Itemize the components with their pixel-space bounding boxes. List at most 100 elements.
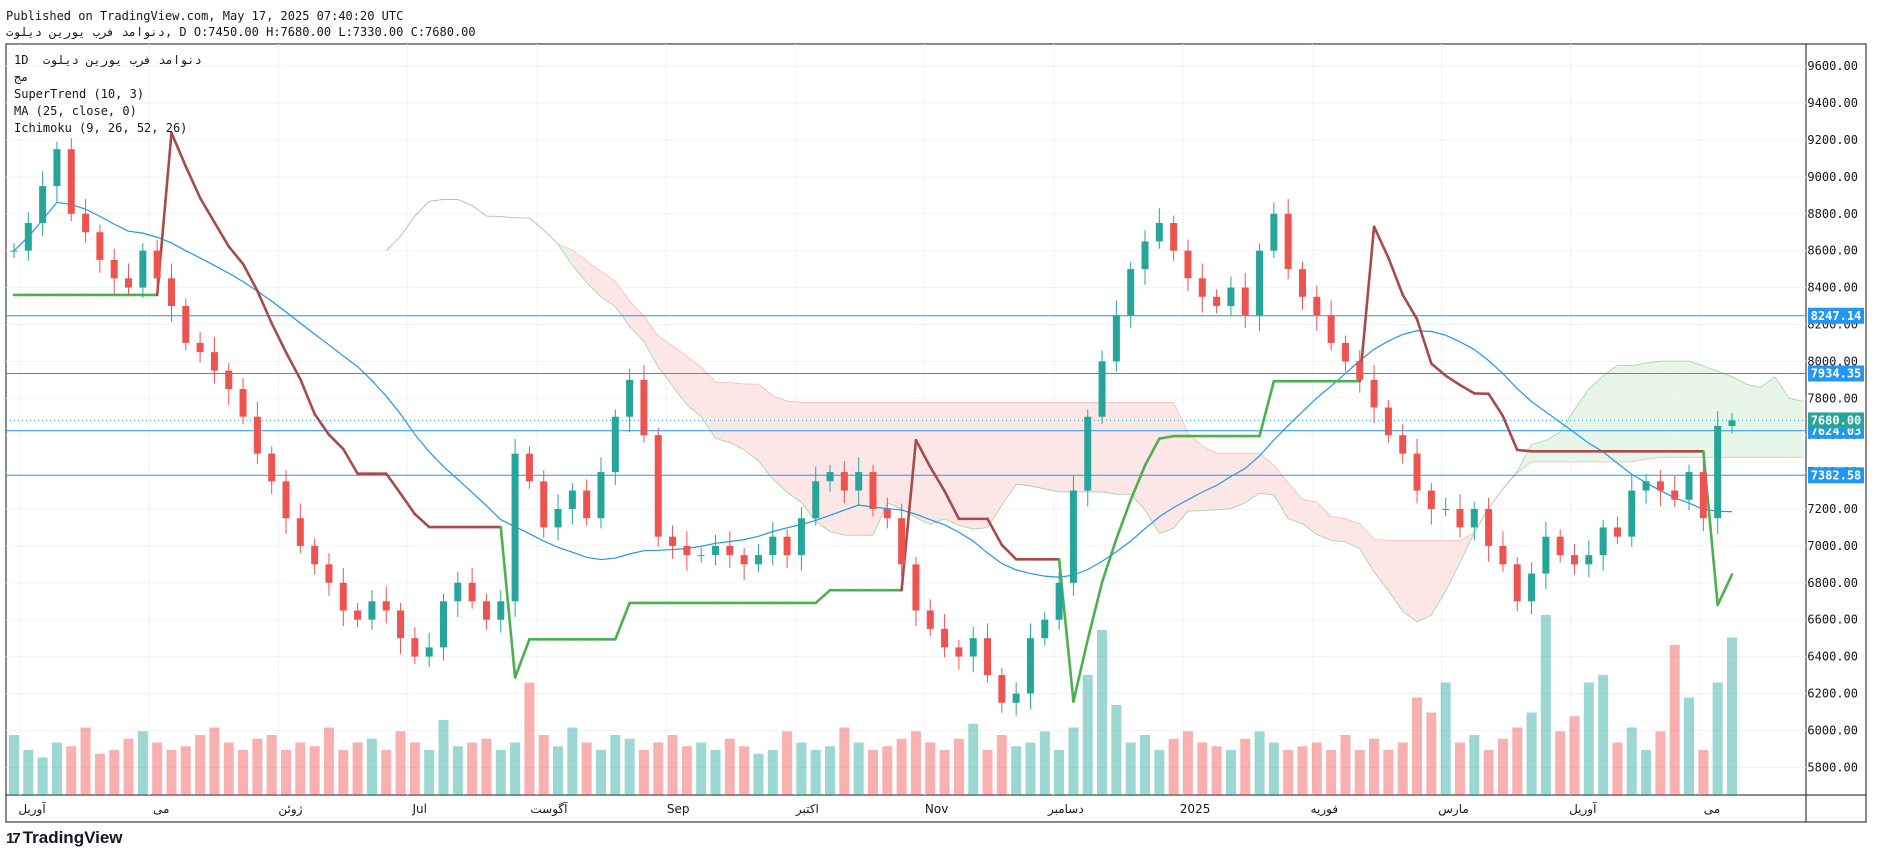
volume-bar (395, 731, 406, 795)
volume-bar (295, 742, 306, 795)
candle-body (1198, 278, 1206, 297)
candle-body (826, 472, 834, 482)
legend-supertrend[interactable]: SuperTrend (10, 3) (14, 86, 202, 103)
volume-bar (352, 742, 363, 795)
volume-bar (510, 742, 521, 795)
ichimoku-cloud-segment (1288, 482, 1303, 524)
ichimoku-cloud-segment (629, 300, 644, 342)
supertrend-down-segment (1515, 448, 1533, 453)
candle-body (626, 379, 634, 417)
candle-body (1213, 296, 1221, 307)
candle-body (998, 675, 1006, 703)
volume-bar (810, 750, 821, 795)
candle-body (926, 610, 934, 629)
volume-bar (910, 731, 921, 795)
candle-body (955, 647, 963, 657)
candle-body (1728, 420, 1736, 426)
candle-body (1284, 213, 1292, 270)
legend-ichimoku[interactable]: Ichimoku (9, 26, 52, 26) (14, 120, 202, 137)
ichimoku-cloud-segment (1116, 402, 1131, 495)
price-tick-label: 6400.00 (1807, 650, 1858, 664)
volume-bar (266, 735, 277, 795)
legend-interval: 1D (14, 53, 29, 67)
supertrend-down-segment (341, 447, 359, 475)
volume-bar (481, 738, 492, 795)
candle-body (1542, 536, 1550, 574)
volume-bar (1011, 746, 1022, 795)
price-tick-label: 9600.00 (1807, 59, 1858, 73)
candle-body (1613, 527, 1621, 537)
ichimoku-cloud-segment (1044, 402, 1060, 492)
candle-body (1155, 222, 1163, 242)
candle-body (669, 536, 677, 546)
supertrend-down-segment (184, 165, 202, 200)
ichimoku-cloud-segment (787, 401, 802, 503)
candle-body (268, 453, 276, 482)
candle-body (53, 149, 61, 187)
candle-body (210, 352, 218, 371)
candle-body (468, 582, 476, 602)
volume-bar (195, 735, 206, 795)
supertrend-down-segment (327, 433, 345, 451)
volume-bar (166, 750, 177, 795)
volume-bar (953, 738, 964, 795)
time-tick-label: اکتبر (795, 802, 819, 817)
ichimoku-cloud-segment (1588, 375, 1604, 462)
candle-body (1485, 508, 1493, 546)
volume-bar (939, 750, 950, 795)
candle-body (1427, 490, 1435, 509)
price-chart[interactable]: 5800.00 6000.00 6200.00 6400.00 6600.00 6800.… (0, 0, 1878, 858)
ichimoku-cloud-segment (1016, 402, 1031, 486)
ichimoku-cloud-segment (973, 402, 988, 530)
ichimoku-cloud-segment (772, 395, 788, 493)
volume-bar (739, 746, 750, 795)
candle-body (697, 555, 705, 557)
legend-ma[interactable]: MA (25, close, 0) (14, 103, 202, 120)
volume-bar (896, 738, 907, 795)
ichimoku-cloud-segment (1001, 402, 1017, 506)
volume-bar (223, 742, 234, 795)
candle-body (1184, 250, 1192, 279)
time-tick-label: آگوست (530, 801, 568, 817)
candle-body (39, 186, 47, 223)
candle-body (1356, 361, 1364, 380)
candle-body (1571, 555, 1579, 565)
volume-bar (1412, 697, 1423, 795)
candle-body (1055, 582, 1063, 620)
volume-bar (1440, 682, 1451, 795)
volume-bar (424, 750, 435, 795)
price-tick-label: 5800.00 (1807, 760, 1858, 774)
volume-bar (996, 735, 1007, 795)
candle-body (1141, 241, 1149, 270)
volume-bar (1540, 615, 1551, 795)
candle-body (1341, 342, 1349, 362)
candle-body (1170, 222, 1178, 251)
volume-bar (1197, 742, 1208, 795)
ichimoku-cloud-segment (1603, 365, 1618, 462)
volume-bar (524, 682, 535, 795)
ichimoku-cloud-segment (1331, 516, 1346, 542)
candle-body (139, 250, 147, 288)
candle-body (969, 638, 977, 657)
volume-bar (868, 750, 878, 795)
level-tag-label: 7934.35 (1811, 366, 1862, 380)
candle-body (812, 481, 820, 519)
volume-bar (1497, 738, 1508, 795)
ichimoku-cloud-segment (1674, 361, 1690, 458)
supertrend-down-segment (170, 131, 188, 168)
supertrend-down-segment (227, 245, 245, 266)
price-tick-label: 8800.00 (1807, 207, 1858, 221)
candle-body (1642, 481, 1650, 491)
candle-body (1256, 250, 1264, 316)
ichimoku-cloud-segment (1560, 409, 1575, 462)
volume-bar (51, 742, 62, 795)
price-tick-label: 6200.00 (1807, 687, 1858, 701)
candle-body (167, 278, 175, 307)
volume-bar (209, 727, 220, 795)
volume-bar (1182, 731, 1193, 795)
ichimoku-cloud-segment (1760, 376, 1775, 458)
candle-body (540, 481, 548, 528)
candle-body (354, 610, 362, 620)
volume-bar (1154, 750, 1165, 795)
volume-bar (595, 750, 606, 795)
